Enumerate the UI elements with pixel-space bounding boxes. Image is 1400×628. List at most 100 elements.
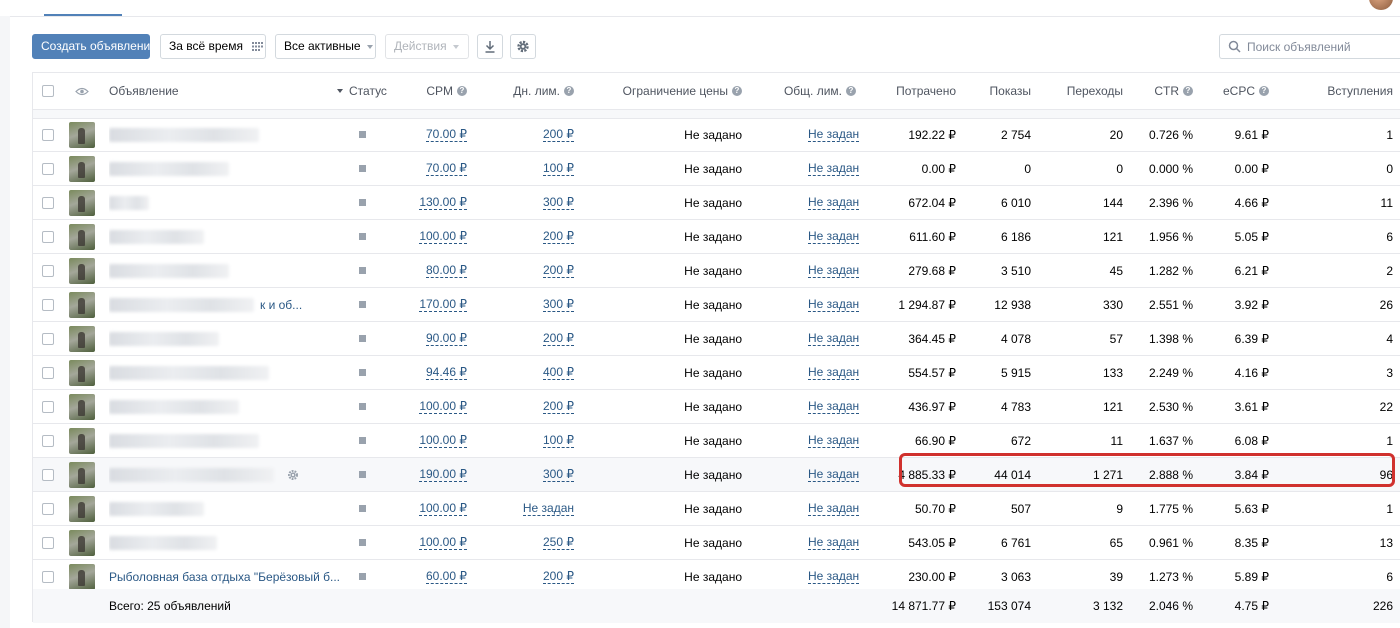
row-checkbox[interactable] [42, 536, 54, 549]
period-select[interactable]: За всё время [160, 34, 266, 59]
table-row[interactable]: 100.00 ₽ 200 ₽ Не задано Не задан 611.60 ₽ 6 … [33, 220, 1400, 254]
row-checkbox[interactable] [42, 502, 54, 515]
row-checkbox[interactable] [42, 332, 54, 345]
daily-limit-value[interactable]: 300 ₽ [543, 195, 574, 210]
status-filter-select[interactable]: Все активные [275, 34, 376, 59]
help-icon[interactable]: ? [564, 86, 574, 96]
header-cpm[interactable]: CPM? [393, 73, 467, 109]
table-row[interactable]: 70.00 ₽ 100 ₽ Не задано Не задан 0.00 ₽ 0 0 0.0… [33, 152, 1400, 186]
total-limit-value[interactable]: Не задан [808, 535, 860, 550]
daily-limit-value[interactable]: 200 ₽ [543, 399, 574, 414]
row-checkbox[interactable] [42, 128, 54, 141]
row-checkbox[interactable] [42, 230, 54, 243]
total-limit-value[interactable]: Не задан [808, 467, 860, 482]
cpm-value[interactable]: 94.46 ₽ [426, 365, 467, 380]
row-checkbox[interactable] [42, 400, 54, 413]
row-checkbox[interactable] [42, 366, 54, 379]
help-icon[interactable]: ? [1259, 86, 1269, 96]
table-row[interactable]: 130.00 ₽ 300 ₽ Не задано Не задан 672.04 ₽ 6 … [33, 186, 1400, 220]
cpm-value[interactable]: 70.00 ₽ [426, 161, 467, 176]
daily-limit-value[interactable]: 200 ₽ [543, 569, 574, 584]
ad-thumbnail[interactable] [69, 359, 95, 386]
total-limit-value[interactable]: Не задан [808, 331, 860, 346]
ad-thumbnail[interactable] [69, 529, 95, 556]
total-limit-value[interactable]: Не задан [808, 127, 860, 142]
status-indicator[interactable] [358, 131, 366, 138]
daily-limit-value[interactable]: 250 ₽ [543, 535, 574, 550]
ad-thumbnail[interactable] [69, 291, 95, 318]
total-limit-value[interactable]: Не задан [808, 501, 860, 516]
daily-limit-value[interactable]: 100 ₽ [543, 433, 574, 448]
total-limit-value[interactable]: Не задан [808, 161, 860, 176]
status-indicator[interactable] [358, 573, 366, 580]
daily-limit-value[interactable]: 300 ₽ [543, 467, 574, 482]
daily-limit-value[interactable]: Не задан [522, 501, 574, 516]
status-indicator[interactable] [358, 335, 366, 342]
daily-limit-value[interactable]: 300 ₽ [543, 297, 574, 312]
row-checkbox[interactable] [42, 196, 54, 209]
cpm-value[interactable]: 100.00 ₽ [419, 229, 467, 244]
daily-limit-value[interactable]: 200 ₽ [543, 263, 574, 278]
cpm-value[interactable]: 130.00 ₽ [419, 195, 467, 210]
daily-limit-value[interactable]: 400 ₽ [543, 365, 574, 380]
ad-thumbnail[interactable] [69, 427, 95, 454]
cpm-value[interactable]: 100.00 ₽ [419, 433, 467, 448]
status-indicator[interactable] [358, 471, 366, 478]
ad-name-link[interactable]: Рыболовная база отдыха "Берёзовый б... [109, 570, 339, 584]
ad-thumbnail[interactable] [69, 393, 95, 420]
table-row[interactable]: 100.00 ₽ 250 ₽ Не задано Не задан 543.05 ₽ 6 … [33, 526, 1400, 560]
cpm-value[interactable]: 60.00 ₽ [426, 569, 467, 584]
row-checkbox[interactable] [42, 264, 54, 277]
help-icon[interactable]: ? [457, 86, 467, 96]
status-indicator[interactable] [358, 539, 366, 546]
cpm-value[interactable]: 70.00 ₽ [426, 127, 467, 142]
header-ecpc[interactable]: eCPC? [1203, 73, 1269, 109]
ad-thumbnail[interactable] [69, 257, 95, 284]
status-indicator[interactable] [358, 233, 366, 240]
ad-thumbnail[interactable] [69, 461, 95, 488]
header-clicks[interactable]: Переходы [1043, 73, 1123, 109]
total-limit-value[interactable]: Не задан [808, 263, 860, 278]
total-limit-value[interactable]: Не задан [808, 399, 860, 414]
avatar[interactable] [1369, 0, 1393, 10]
cpm-value[interactable]: 90.00 ₽ [426, 331, 467, 346]
status-indicator[interactable] [358, 403, 366, 410]
total-limit-value[interactable]: Не задан [808, 569, 860, 584]
total-limit-value[interactable]: Не задан [808, 365, 860, 380]
table-row[interactable]: 70.00 ₽ 200 ₽ Не задано Не задан 192.22 ₽ 2 7… [33, 118, 1400, 152]
ad-thumbnail[interactable] [69, 121, 95, 148]
select-all-checkbox[interactable] [42, 85, 54, 97]
cpm-value[interactable]: 100.00 ₽ [419, 399, 467, 414]
ad-name-link[interactable]: к и об... [260, 298, 302, 312]
status-indicator[interactable] [358, 199, 366, 206]
table-row[interactable]: 80.00 ₽ 200 ₽ Не задано Не задан 279.68 ₽ 3 5… [33, 254, 1400, 288]
actions-select[interactable]: Действия [385, 34, 469, 59]
table-row[interactable]: 90.00 ₽ 200 ₽ Не задано Не задан 364.45 ₽ 4 0… [33, 322, 1400, 356]
help-icon[interactable]: ? [846, 86, 856, 96]
ad-thumbnail[interactable] [69, 563, 95, 590]
row-checkbox[interactable] [42, 468, 54, 481]
header-daily-limit[interactable]: Дн. лим.? [493, 73, 574, 109]
cpm-value[interactable]: 100.00 ₽ [419, 535, 467, 550]
ad-thumbnail[interactable] [69, 189, 95, 216]
row-checkbox[interactable] [42, 570, 54, 583]
status-indicator[interactable] [358, 301, 366, 308]
header-impressions[interactable]: Показы [963, 73, 1031, 109]
cpm-value[interactable]: 190.00 ₽ [419, 467, 467, 482]
table-row[interactable]: 100.00 ₽ 200 ₽ Не задано Не задан 436.97 ₽ 4 … [33, 390, 1400, 424]
gear-icon[interactable] [287, 469, 299, 481]
header-status[interactable]: Статус [337, 73, 397, 109]
daily-limit-value[interactable]: 200 ₽ [543, 331, 574, 346]
cpm-value[interactable]: 80.00 ₽ [426, 263, 467, 278]
table-row[interactable]: к и об... 170.00 ₽ 300 ₽ Не задано Не задан 1… [33, 288, 1400, 322]
row-checkbox[interactable] [42, 434, 54, 447]
status-indicator[interactable] [358, 165, 366, 172]
total-limit-value[interactable]: Не задан [808, 195, 860, 210]
header-ctr[interactable]: CTR? [1123, 73, 1193, 109]
status-indicator[interactable] [358, 369, 366, 376]
eye-icon[interactable] [75, 87, 89, 96]
total-limit-value[interactable]: Не задан [808, 297, 860, 312]
row-checkbox[interactable] [42, 162, 54, 175]
daily-limit-value[interactable]: 100 ₽ [543, 161, 574, 176]
create-ad-button[interactable]: Создать объявление [32, 34, 157, 59]
